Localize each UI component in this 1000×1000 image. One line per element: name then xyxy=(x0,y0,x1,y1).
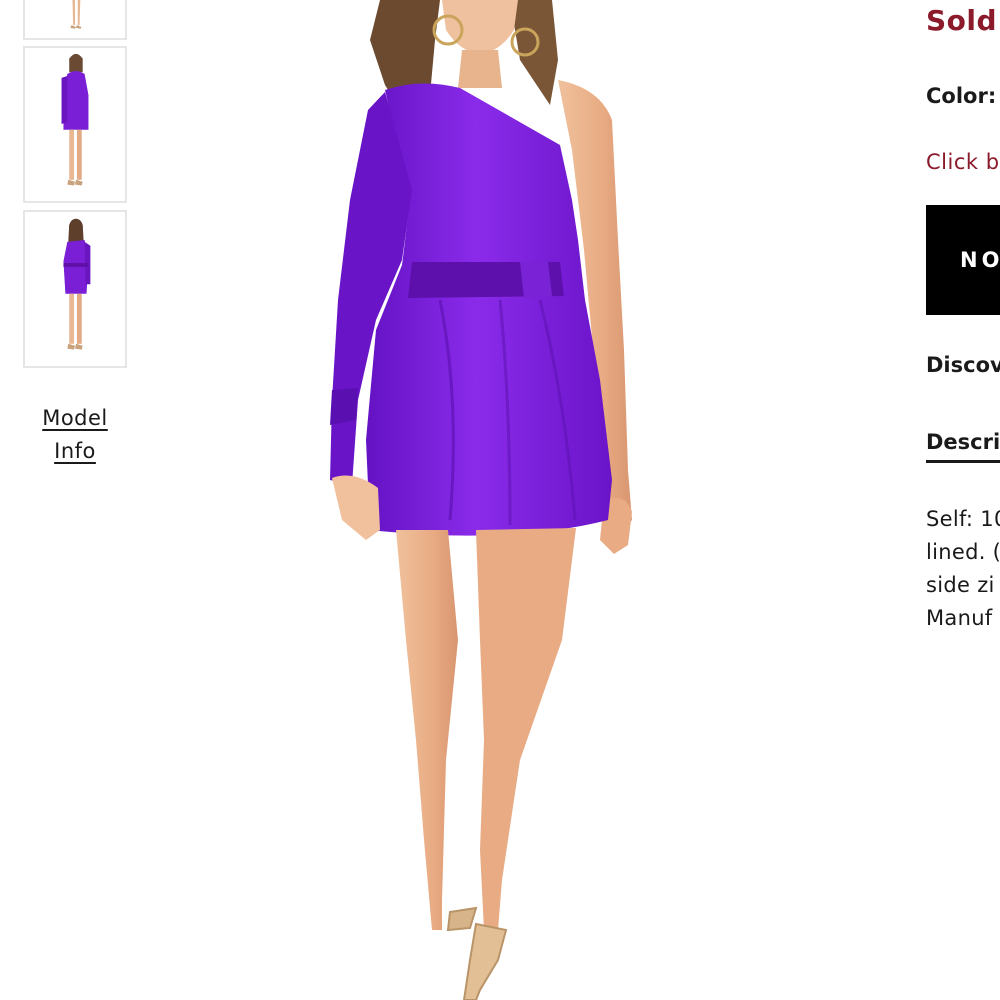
discover-link[interactable]: Discov xyxy=(926,353,1000,377)
thumbnail-front[interactable] xyxy=(23,0,127,40)
notify-me-button[interactable]: NO xyxy=(926,205,1000,315)
model-info-line-1: Model xyxy=(42,406,108,430)
notify-me-button-label: NO xyxy=(960,248,1000,272)
thumbnail-list: Model Info xyxy=(0,0,150,1000)
color-label: Color: xyxy=(926,84,997,108)
description-line: side zi xyxy=(926,573,995,597)
sold-out-status: Sold xyxy=(926,4,998,37)
thumbnail-side-image xyxy=(25,49,125,200)
thumbnail-back-image xyxy=(25,213,125,365)
thumbnail-back[interactable] xyxy=(23,210,127,368)
description-line: Manuf xyxy=(926,606,993,630)
thumbnail-side[interactable] xyxy=(23,46,127,203)
model-dress-illustration xyxy=(180,0,820,1000)
model-info-link[interactable]: Model Info xyxy=(23,402,127,468)
model-info-line-2: Info xyxy=(54,439,96,463)
thumbnail-front-image xyxy=(27,0,123,38)
product-details-panel: Sold Color: Click b NO Discov Descri Sel… xyxy=(926,0,1000,1000)
description-line: Self: 10 xyxy=(926,507,1000,531)
tab-description[interactable]: Descri xyxy=(926,430,1000,463)
description-line: lined. ( xyxy=(926,540,1000,564)
click-below-text: Click b xyxy=(926,150,1000,174)
main-product-image[interactable] xyxy=(180,0,820,1000)
